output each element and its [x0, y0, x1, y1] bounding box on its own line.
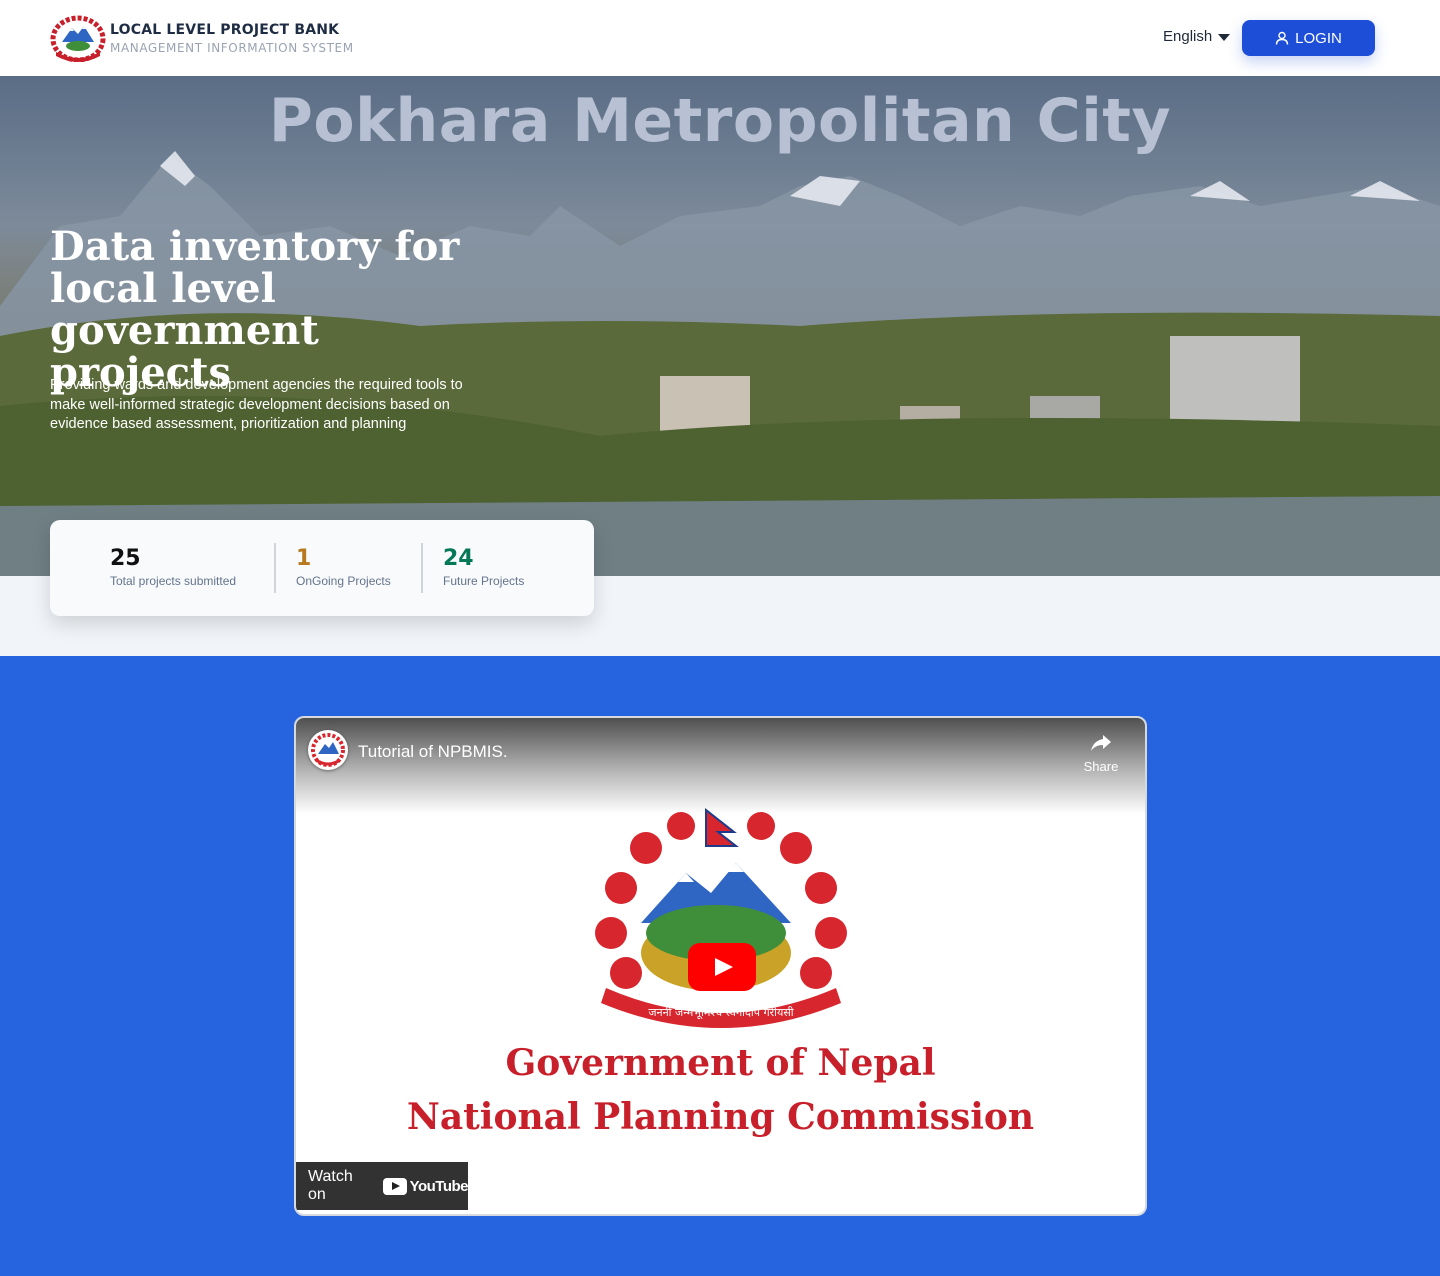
youtube-wordmark: YouTube: [409, 1177, 469, 1195]
stat-total-label: Total projects submitted: [110, 574, 237, 588]
stat-total-value: 25: [110, 546, 141, 571]
brand-subtitle: MANAGEMENT INFORMATION SYSTEM: [110, 41, 354, 55]
stat-future-value: 24: [443, 546, 474, 571]
language-selector[interactable]: English: [1163, 28, 1231, 45]
channel-avatar[interactable]: [308, 730, 348, 770]
video-title-line1: Government of Nepal: [505, 1042, 936, 1084]
user-icon: [1275, 31, 1289, 45]
youtube-embed[interactable]: जननी जन्मभूमिश्च स्वर्गादपि गरीयसी Gover…: [294, 716, 1147, 1216]
hero-section: Pokhara Metropolitan City Data inventory…: [0, 76, 1440, 576]
nepal-emblem-image: जननी जन्मभूमिश्च स्वर्गादपि गरीयसी: [595, 808, 847, 1028]
watch-label: Watch on: [308, 1168, 353, 1203]
stats-card: 25 Total projects submitted 1 OnGoing Pr…: [50, 520, 594, 616]
share-arrow-icon: [1091, 735, 1111, 751]
nepal-emblem-icon: [50, 15, 106, 62]
stat-future: 24 Future Projects: [443, 546, 524, 588]
brand-title: LOCAL LEVEL PROJECT BANK: [110, 22, 340, 38]
watch-on-youtube-button[interactable]: Watch on YouTube: [296, 1162, 469, 1210]
login-label: LOGIN: [1295, 29, 1342, 47]
youtube-play-button[interactable]: [688, 943, 756, 991]
share-label: Share: [1083, 759, 1119, 774]
stat-ongoing-value: 1: [296, 546, 312, 571]
emblem-motto: जननी जन्मभूमिश्च स्वर्गादपि गरीयसी: [648, 1006, 793, 1020]
video-title-line2: National Planning Commission: [406, 1096, 1035, 1138]
nepal-emblem-icon: [311, 733, 345, 767]
share-button[interactable]: Share: [1080, 730, 1122, 774]
site-header: LOCAL LEVEL PROJECT BANK MANAGEMENT INFO…: [0, 0, 1440, 76]
city-title: Pokhara Metropolitan City: [268, 86, 1172, 156]
brand[interactable]: LOCAL LEVEL PROJECT BANK MANAGEMENT INFO…: [50, 14, 354, 62]
stat-ongoing: 1 OnGoing Projects: [296, 546, 391, 588]
youtube-play-icon: [382, 1177, 407, 1195]
video-topbar: [296, 718, 1145, 814]
caret-down-icon: [1218, 34, 1231, 41]
login-button[interactable]: LOGIN: [1242, 20, 1375, 56]
stat-divider: [421, 543, 423, 593]
stat-ongoing-label: OnGoing Projects: [296, 574, 391, 588]
stat-future-label: Future Projects: [443, 574, 525, 588]
stat-total: 25 Total projects submitted: [110, 546, 236, 588]
video-title[interactable]: Tutorial of NPBMIS.: [358, 742, 508, 762]
youtube-logo: YouTube: [382, 1177, 469, 1195]
stat-divider: [274, 543, 276, 593]
hero-heading: Data inventory for local level governmen…: [50, 223, 460, 396]
language-label: English: [1163, 28, 1213, 45]
hero-description: Providing wards and development agencies…: [50, 377, 463, 432]
